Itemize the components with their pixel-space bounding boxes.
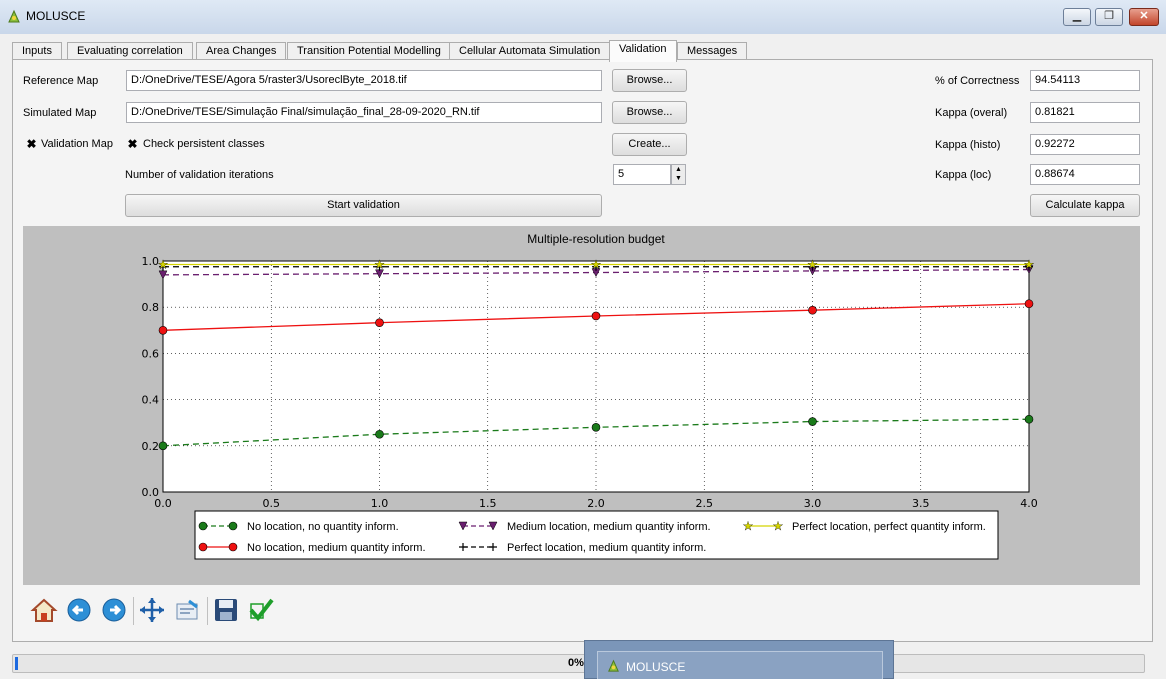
calculate-kappa-button[interactable]: Calculate kappa <box>1030 194 1140 217</box>
configure-subplots-icon[interactable] <box>172 595 202 625</box>
checkmark-icon[interactable] <box>246 595 276 625</box>
home-icon[interactable] <box>29 595 59 625</box>
restore-button[interactable]: ❐ <box>1095 8 1123 26</box>
data-point-s4-4: ★ <box>1024 257 1035 271</box>
toolbar-separator <box>133 597 134 625</box>
molusce-app-icon <box>608 659 619 672</box>
data-point-s4-2: ★ <box>591 257 602 271</box>
spin-up-icon[interactable]: ▲ <box>672 165 685 174</box>
data-point-s0-4 <box>1024 414 1034 424</box>
legend-marker-4: ★ <box>743 519 754 533</box>
create-button[interactable]: Create... <box>612 133 687 156</box>
kappa-overal-label: Kappa (overal) <box>935 107 1008 119</box>
title-bar: MOLUSCE ▁ ❐ ✕ <box>0 0 1166 34</box>
y-tick-label: 0.2 <box>142 440 160 453</box>
data-point-s0-1 <box>375 429 384 439</box>
simulated-map-field[interactable]: D:/OneDrive/TESE/Simulação Final/simulaç… <box>126 102 602 123</box>
simulated-map-label: Simulated Map <box>23 107 97 119</box>
x-tick-label: 3.0 <box>804 497 822 510</box>
validation-map-checkbox[interactable]: ✖ <box>25 138 38 151</box>
kappa-histo-field[interactable]: 0.92272 <box>1030 134 1140 155</box>
iterations-spinbox[interactable]: 5 <box>613 164 671 185</box>
kappa-loc-field[interactable]: 0.88674 <box>1030 164 1140 185</box>
data-point-s1-3 <box>808 305 817 315</box>
x-tick-label: 1.0 <box>371 497 389 510</box>
spin-down-icon[interactable]: ▼ <box>672 174 685 183</box>
progress-fill <box>15 657 18 670</box>
data-point-s0-3 <box>808 417 817 426</box>
validation-pane: Reference Map D:/OneDrive/TESE/Agora 5/r… <box>12 59 1153 642</box>
toolbar-separator <box>207 597 208 625</box>
legend-marker-4: ★ <box>773 519 784 533</box>
molusce-popup-window[interactable]: MOLUSCE <box>584 640 894 679</box>
minimize-button[interactable]: ▁ <box>1063 8 1091 26</box>
x-tick-label: 3.5 <box>912 497 930 510</box>
save-icon[interactable] <box>211 595 241 625</box>
start-validation-button[interactable]: Start validation <box>125 194 602 217</box>
data-point-s1-2 <box>591 311 601 321</box>
x-tick-label: 4.0 <box>1020 497 1038 510</box>
x-tick-label: 1.5 <box>479 497 497 510</box>
data-point-s1-4 <box>1024 299 1034 309</box>
data-point-s0-2 <box>591 423 601 432</box>
data-point-s0-0 <box>158 441 168 451</box>
popup-title: MOLUSCE <box>626 660 686 674</box>
chart-canvas[interactable]: Multiple-resolution budget 0.0 0.5 1.0 1.5 2.… <box>23 226 1140 585</box>
y-tick-label: 1.0 <box>142 255 160 268</box>
browse-reference-button[interactable]: Browse... <box>612 69 687 92</box>
iterations-label: Number of validation iterations <box>125 169 274 181</box>
pan-icon[interactable] <box>137 595 167 625</box>
legend-marker-0 <box>198 521 208 531</box>
popup-titlebar[interactable]: MOLUSCE <box>597 651 883 679</box>
kappa-histo-label: Kappa (histo) <box>935 139 1001 151</box>
persistent-classes-label: Check persistent classes <box>143 138 265 150</box>
y-tick-label: 0.8 <box>142 301 160 314</box>
data-point-s4-1: ★ <box>374 257 385 271</box>
progress-bar: 0% <box>12 654 1145 673</box>
persistent-classes-checkbox[interactable]: ✖ <box>126 138 139 151</box>
reference-map-label: Reference Map <box>23 75 99 87</box>
y-tick-label: 0.6 <box>142 347 160 360</box>
legend-label-1: No location, medium quantity inform. <box>247 542 426 554</box>
reference-map-field[interactable]: D:/OneDrive/TESE/Agora 5/raster3/Usorecl… <box>126 70 602 91</box>
data-point-s1-0 <box>158 326 168 335</box>
back-icon[interactable] <box>64 595 94 625</box>
window-title: MOLUSCE <box>26 9 86 23</box>
legend-label-4: Perfect location, perfect quantity infor… <box>792 521 986 533</box>
x-tick-label: 2.0 <box>587 497 605 510</box>
molusce-app-icon <box>8 9 20 23</box>
multiple-resolution-budget-chart: Multiple-resolution budget 0.0 0.5 1.0 1.5 2.… <box>142 232 1038 560</box>
main-client: Inputs Evaluating correlation Area Chang… <box>0 34 1166 679</box>
tab-validation[interactable]: Validation <box>609 40 677 62</box>
legend-label-3: Perfect location, medium quantity inform… <box>507 542 706 554</box>
legend-label-2: Medium location, medium quantity inform. <box>507 521 711 533</box>
correctness-field[interactable]: 94.54113 <box>1030 70 1140 91</box>
y-tick-label: 0.0 <box>142 486 160 499</box>
browse-simulated-button[interactable]: Browse... <box>612 101 687 124</box>
close-button[interactable]: ✕ <box>1129 8 1159 26</box>
chart-title: Multiple-resolution budget <box>527 232 665 246</box>
x-tick-label: 0.5 <box>263 497 281 510</box>
x-tick-label: 2.5 <box>696 497 714 510</box>
progress-text: 0% <box>568 657 584 669</box>
legend-marker-0 <box>228 521 238 531</box>
kappa-loc-label: Kappa (loc) <box>935 169 992 181</box>
kappa-overal-field[interactable]: 0.81821 <box>1030 102 1140 123</box>
correctness-label: % of Correctness <box>935 75 1020 87</box>
forward-icon[interactable] <box>99 595 129 625</box>
iterations-spin-arrows[interactable]: ▲ ▼ <box>671 164 686 185</box>
data-point-s4-3: ★ <box>807 257 818 271</box>
legend-marker-1 <box>228 542 238 552</box>
data-point-s1-1 <box>375 318 384 327</box>
data-point-s4-0: ★ <box>158 257 169 271</box>
validation-map-label: Validation Map <box>41 138 113 150</box>
legend-label-0: No location, no quantity inform. <box>247 521 399 533</box>
legend-marker-1 <box>198 542 208 552</box>
y-tick-label: 0.4 <box>142 394 160 407</box>
